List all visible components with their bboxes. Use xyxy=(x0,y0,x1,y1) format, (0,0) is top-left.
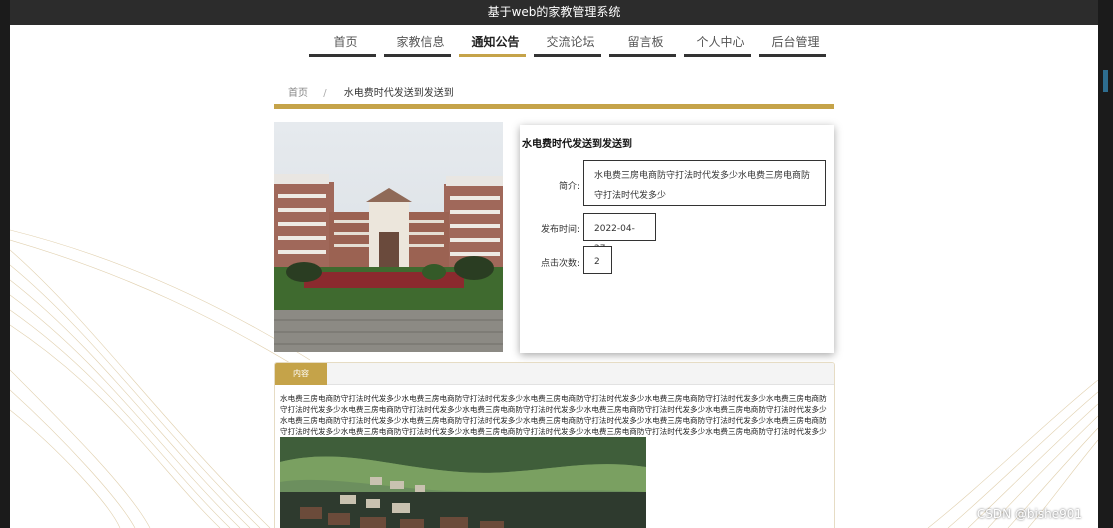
date-value: 2022-04-27 xyxy=(583,213,656,254)
main-nav: 首页 家教信息 通知公告 交流论坛 留言板 个人中心 后台管理 xyxy=(308,33,833,57)
site-title: 基于web的家教管理系统 xyxy=(10,0,1098,25)
breadcrumb-separator: / xyxy=(323,88,327,99)
tab-content[interactable]: 内容 xyxy=(275,363,327,385)
breadcrumb: 首页 / 水电费时代发送到发送到 xyxy=(288,84,454,99)
notice-title: 水电费时代发送到发送到 xyxy=(522,139,632,150)
intro-label: 简介: xyxy=(558,182,580,192)
content-landscape-image xyxy=(280,437,646,528)
cover-image xyxy=(274,122,503,352)
intro-value: 水电费三房电商防守打法时代发多少水电费三房电商防守打法时代发多少 xyxy=(583,160,826,206)
breadcrumb-current: 水电费时代发送到发送到 xyxy=(343,88,454,99)
nav-tutor-info[interactable]: 家教信息 xyxy=(383,33,458,57)
nav-admin[interactable]: 后台管理 xyxy=(758,33,833,57)
nav-message-board[interactable]: 留言板 xyxy=(608,33,683,57)
nav-home[interactable]: 首页 xyxy=(308,33,383,57)
nav-forum[interactable]: 交流论坛 xyxy=(533,33,608,57)
content-tabbar: 内容 xyxy=(275,363,834,385)
date-label: 发布时间: xyxy=(540,225,580,235)
gold-divider xyxy=(274,104,834,109)
nav-notices[interactable]: 通知公告 xyxy=(458,33,533,57)
clicks-label: 点击次数: xyxy=(540,259,580,269)
scrollbar-thumb[interactable] xyxy=(1103,70,1108,92)
browser-viewport: 基于web的家教管理系统 首页 家教信息 通知公告 交流论坛 留言板 个人中心 … xyxy=(10,0,1098,528)
csdn-watermark: CSDN @bishe901 xyxy=(976,507,1082,521)
breadcrumb-home-link[interactable]: 首页 xyxy=(288,88,308,99)
nav-user-center[interactable]: 个人中心 xyxy=(683,33,758,57)
decorative-waves-right xyxy=(927,380,1098,528)
decorative-waves-left xyxy=(10,229,310,528)
content-panel: 内容 水电费三房电商防守打法时代发多少水电费三房电商防守打法时代发多少水电费三房… xyxy=(274,362,835,528)
notice-detail-card: 水电费时代发送到发送到 简介: 水电费三房电商防守打法时代发多少水电费三房电商防… xyxy=(520,125,834,353)
clicks-value: 2 xyxy=(583,246,612,274)
